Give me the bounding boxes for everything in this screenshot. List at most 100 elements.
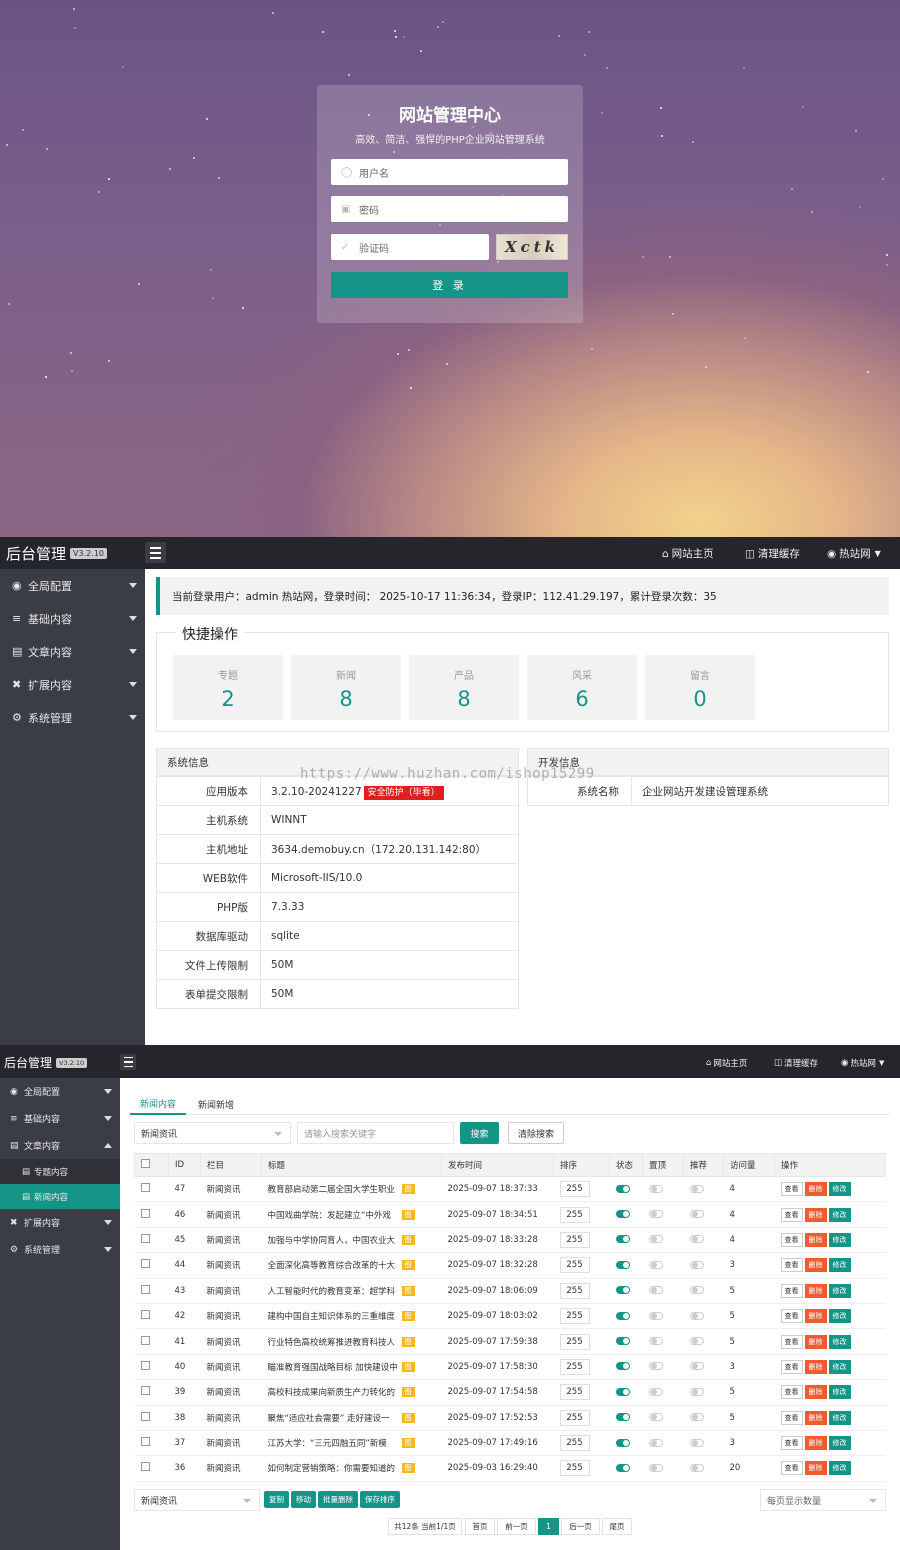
search-button[interactable]: 搜索	[460, 1122, 499, 1144]
row-checkbox[interactable]	[140, 1310, 150, 1320]
sidebar-item-article-content[interactable]: ▤ 文章内容	[0, 1132, 120, 1159]
sort-input[interactable]: 255	[559, 1181, 590, 1198]
sidebar-item-basic-content[interactable]: ≡ 基础内容	[0, 1105, 120, 1132]
delete-button[interactable]: 删除	[804, 1436, 827, 1451]
status-toggle[interactable]	[615, 1463, 630, 1472]
sort-input[interactable]: 255	[559, 1435, 590, 1452]
nav-home-link[interactable]: ⌂ 网站主页	[706, 1057, 747, 1069]
row-checkbox[interactable]	[140, 1411, 150, 1421]
search-input[interactable]: 请输入搜索关键字	[297, 1122, 454, 1144]
row-checkbox[interactable]	[140, 1259, 150, 1269]
view-button[interactable]: 查看	[780, 1258, 803, 1273]
delete-button[interactable]: 删除	[804, 1258, 827, 1273]
recommend-toggle[interactable]	[689, 1260, 704, 1269]
col-select-all[interactable]	[134, 1153, 169, 1177]
row-select[interactable]	[134, 1354, 169, 1381]
row-select[interactable]	[134, 1278, 169, 1304]
row-title[interactable]: 人工智能时代的教育变革：超学科	[268, 1285, 400, 1297]
sort-input[interactable]: 255	[559, 1257, 590, 1274]
row-select[interactable]	[134, 1379, 169, 1406]
sidebar-item-article-content[interactable]: ▤ 文章内容	[0, 635, 145, 668]
view-button[interactable]: 查看	[780, 1232, 803, 1247]
move-button[interactable]: 移动	[291, 1491, 316, 1508]
edit-button[interactable]: 修改	[828, 1207, 851, 1222]
delete-button[interactable]: 删除	[804, 1385, 827, 1400]
menu-toggle-button[interactable]	[120, 1054, 136, 1070]
recommend-toggle[interactable]	[689, 1463, 704, 1472]
sort-input[interactable]: 255	[559, 1231, 590, 1248]
top-toggle[interactable]	[648, 1387, 663, 1396]
row-select[interactable]	[134, 1430, 169, 1457]
view-button[interactable]: 查看	[780, 1309, 803, 1324]
row-title[interactable]: 行业特色高校统筹推进教育科技人	[268, 1336, 400, 1348]
sort-input[interactable]: 255	[559, 1384, 590, 1401]
copy-button[interactable]: 复制	[264, 1491, 289, 1508]
view-button[interactable]: 查看	[780, 1334, 803, 1349]
sort-input[interactable]: 255	[559, 1409, 590, 1426]
recommend-toggle[interactable]	[689, 1337, 704, 1346]
bottom-category-select[interactable]: 新闻资讯	[134, 1489, 260, 1511]
row-select[interactable]	[134, 1328, 169, 1355]
sidebar-item-system[interactable]: ⚙ 系统管理	[0, 701, 145, 734]
top-toggle[interactable]	[648, 1235, 663, 1244]
view-button[interactable]: 查看	[780, 1410, 803, 1425]
sort-input[interactable]: 255	[559, 1308, 590, 1325]
delete-button[interactable]: 删除	[804, 1334, 827, 1349]
view-button[interactable]: 查看	[780, 1359, 803, 1374]
top-toggle[interactable]	[648, 1286, 663, 1295]
category-select[interactable]: 新闻资讯	[134, 1122, 291, 1144]
quick-card-product[interactable]: 产品 8	[409, 655, 519, 720]
row-title[interactable]: 高校科技成果向新质生产力转化的	[268, 1386, 400, 1398]
view-button[interactable]: 查看	[780, 1461, 803, 1476]
login-button[interactable]: 登 录	[331, 272, 568, 298]
nav-clear-cache-link[interactable]: ◫ 清理缓存	[745, 546, 800, 561]
top-toggle[interactable]	[648, 1184, 663, 1193]
save-order-button[interactable]: 保存排序	[360, 1491, 400, 1508]
tab-news-list[interactable]: 新闻内容	[130, 1093, 187, 1115]
username-field[interactable]: ◯ 用户名	[331, 159, 568, 185]
edit-button[interactable]: 修改	[828, 1309, 851, 1324]
row-select[interactable]	[134, 1201, 169, 1228]
top-toggle[interactable]	[648, 1362, 663, 1371]
batch-delete-button[interactable]: 批量删除	[318, 1491, 358, 1508]
sort-input[interactable]: 255	[559, 1206, 590, 1223]
row-checkbox[interactable]	[140, 1437, 150, 1447]
pager-first[interactable]: 首页	[465, 1518, 495, 1535]
recommend-toggle[interactable]	[689, 1362, 704, 1371]
user-menu[interactable]: ◉ 热站网 ▼	[841, 1057, 884, 1069]
sidebar-item-system[interactable]: ⚙ 系统管理	[0, 1236, 120, 1263]
status-toggle[interactable]	[615, 1260, 630, 1269]
top-toggle[interactable]	[648, 1311, 663, 1320]
sort-input[interactable]: 255	[559, 1282, 590, 1299]
status-toggle[interactable]	[615, 1286, 630, 1295]
recommend-toggle[interactable]	[689, 1311, 704, 1320]
select-all-checkbox[interactable]	[141, 1159, 150, 1168]
status-toggle[interactable]	[615, 1337, 630, 1346]
edit-button[interactable]: 修改	[828, 1385, 851, 1400]
row-title[interactable]: 江苏大学：“三元四融五同”新模	[268, 1437, 400, 1449]
per-page-select[interactable]: 每页显示数量	[760, 1489, 886, 1511]
recommend-toggle[interactable]	[689, 1286, 704, 1295]
edit-button[interactable]: 修改	[828, 1232, 851, 1247]
row-select[interactable]	[134, 1252, 169, 1279]
row-checkbox[interactable]	[140, 1208, 150, 1218]
pager-next[interactable]: 后一页	[561, 1518, 600, 1535]
sidebar-sub-news[interactable]: ▤ 新闻内容	[0, 1184, 120, 1209]
row-checkbox[interactable]	[140, 1462, 150, 1472]
quick-card-news[interactable]: 新闻 8	[291, 655, 401, 720]
delete-button[interactable]: 删除	[804, 1309, 827, 1324]
nav-clear-cache-link[interactable]: ◫ 清理缓存	[774, 1057, 818, 1069]
row-select[interactable]	[134, 1455, 169, 1482]
row-title[interactable]: 加强与中学协同育人，中国农业大	[268, 1234, 400, 1246]
view-button[interactable]: 查看	[780, 1207, 803, 1222]
sort-input[interactable]: 255	[559, 1333, 590, 1350]
delete-button[interactable]: 删除	[804, 1207, 827, 1222]
edit-button[interactable]: 修改	[828, 1334, 851, 1349]
pager-last[interactable]: 尾页	[602, 1518, 632, 1535]
row-select[interactable]	[134, 1303, 169, 1330]
view-button[interactable]: 查看	[780, 1385, 803, 1400]
sidebar-item-basic-content[interactable]: ≡ 基础内容	[0, 602, 145, 635]
top-toggle[interactable]	[648, 1337, 663, 1346]
delete-button[interactable]: 删除	[804, 1232, 827, 1247]
user-menu[interactable]: ◉ 热站网 ▼	[827, 546, 881, 561]
